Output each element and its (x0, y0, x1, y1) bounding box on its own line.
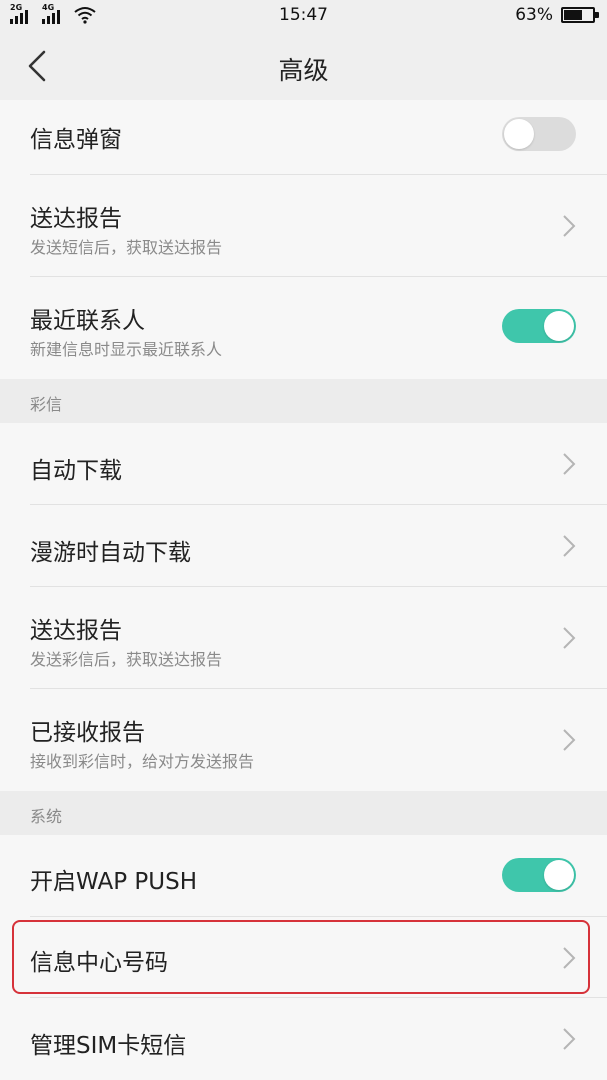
section-header-system: 系统 (0, 791, 607, 835)
row-title: 漫游时自动下载 (30, 540, 191, 566)
page-title: 高级 (278, 56, 329, 85)
section-header-mms: 彩信 (0, 379, 607, 423)
section-label: 彩信 (30, 395, 63, 414)
row-subtitle: 发送短信后，获取送达报告 (30, 238, 223, 257)
row-title: 送达报告 (30, 206, 122, 232)
row-title: 已接收报告 (30, 720, 145, 746)
chevron-right-icon (563, 535, 576, 557)
chevron-right-icon (563, 947, 576, 969)
row-title: 信息弹窗 (30, 127, 122, 153)
row-subtitle: 新建信息时显示最近联系人 (30, 340, 223, 359)
chevron-right-icon (563, 215, 576, 237)
row-title: 最近联系人 (30, 308, 145, 334)
row-wap-push[interactable]: 开启WAP PUSH (0, 835, 607, 917)
row-mms-auto-download[interactable]: 自动下载 (0, 423, 607, 505)
chevron-right-icon (563, 453, 576, 475)
row-sms-delivery-report[interactable]: 送达报告 发送短信后，获取送达报告 (0, 175, 607, 277)
message-popup-toggle[interactable] (502, 117, 576, 151)
row-mms-roaming-auto-download[interactable]: 漫游时自动下载 (0, 505, 607, 587)
battery-percent: 63% (515, 5, 553, 25)
row-subtitle: 发送彩信后，获取送达报告 (30, 650, 223, 669)
row-recent-contacts[interactable]: 最近联系人 新建信息时显示最近联系人 (0, 277, 607, 379)
row-mms-read-report[interactable]: 已接收报告 接收到彩信时，给对方发送报告 (0, 689, 607, 791)
row-subtitle: 接收到彩信时，给对方发送报告 (30, 752, 255, 771)
row-title: 开启WAP PUSH (30, 869, 197, 895)
row-title: 信息中心号码 (30, 950, 168, 976)
wap-push-toggle[interactable] (502, 858, 576, 892)
chevron-right-icon (563, 1028, 576, 1050)
section-label: 系统 (30, 807, 63, 826)
title-bar: 高级 (0, 32, 607, 100)
row-mms-delivery-report[interactable]: 送达报告 发送彩信后，获取送达报告 (0, 587, 607, 689)
battery-icon (561, 7, 599, 23)
status-bar: 2G 4G 15:47 63% (0, 0, 607, 32)
status-right: 63% (515, 5, 599, 25)
chevron-right-icon (563, 729, 576, 751)
chevron-right-icon (563, 627, 576, 649)
battery-fill (564, 10, 582, 20)
row-title: 管理SIM卡短信 (30, 1033, 187, 1059)
recent-contacts-toggle[interactable] (502, 309, 576, 343)
row-manage-sim-messages[interactable]: 管理SIM卡短信 (0, 998, 607, 1080)
row-message-popup[interactable]: 信息弹窗 (0, 100, 607, 175)
row-title: 送达报告 (30, 618, 122, 644)
row-title: 自动下载 (30, 458, 122, 484)
row-message-center-number[interactable]: 信息中心号码 (0, 917, 607, 998)
